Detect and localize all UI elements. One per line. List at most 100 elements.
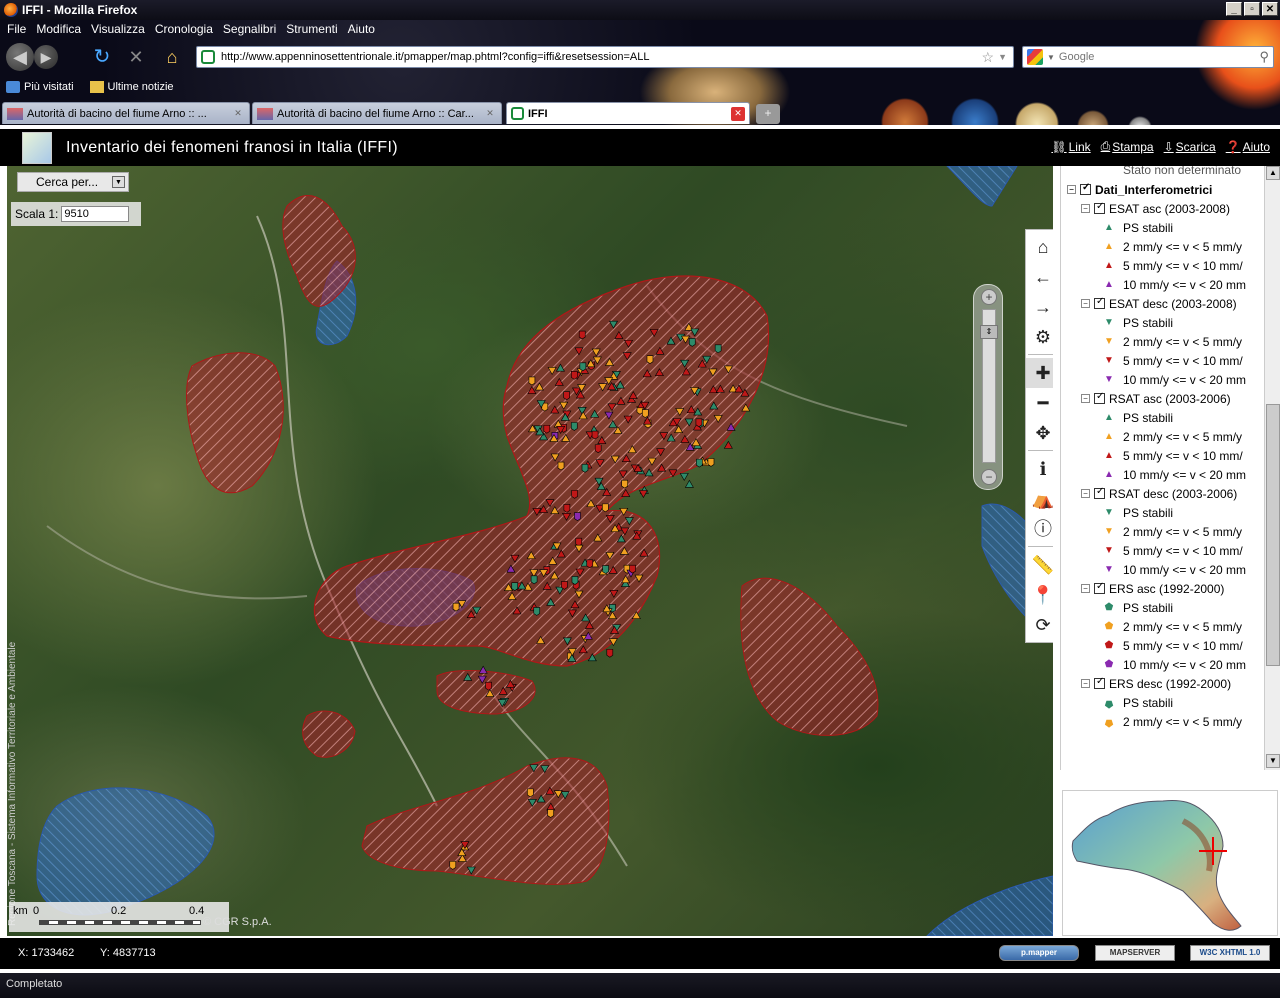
ps-point[interactable] [570, 422, 578, 431]
search-input[interactable] [1058, 51, 1260, 63]
collapse-icon[interactable]: − [1081, 299, 1090, 308]
ps-point[interactable] [602, 565, 609, 574]
scale-input[interactable] [61, 206, 130, 222]
legend-class-item[interactable]: ▼ 5 mm/y <= v < 10 mm/ [1103, 541, 1243, 560]
layer-checkbox[interactable] [1080, 182, 1091, 195]
ps-point[interactable] [528, 376, 536, 386]
legend-class-item[interactable]: ▼ PS stabili [1103, 503, 1173, 522]
collapse-icon[interactable]: − [1081, 584, 1090, 593]
layer-checkbox[interactable] [1094, 486, 1105, 499]
layer-checkbox[interactable] [1094, 296, 1105, 309]
legend-class-item[interactable]: ▲ PS stabili [1103, 408, 1173, 427]
tab-autorita-bacino-1[interactable]: Autorità di bacino del fiume Arno :: ...… [2, 102, 250, 124]
zoom-handle[interactable]: ⇕ [980, 325, 998, 339]
scroll-thumb[interactable] [1266, 404, 1280, 666]
collapse-icon[interactable]: − [1081, 489, 1090, 498]
w3c-xhtml-badge[interactable]: W3C XHTML 1.0 [1190, 945, 1270, 961]
ps-point[interactable] [571, 576, 579, 585]
legend-class-item[interactable]: ▲ 10 mm/y <= v < 20 mm [1103, 465, 1246, 484]
select-icon[interactable]: ⛺ [1026, 484, 1053, 514]
url-text[interactable]: http://www.appenninosettentrionale.it/pm… [221, 51, 982, 63]
ps-point[interactable] [578, 330, 586, 340]
zoom-slider[interactable]: + ⇕ − [973, 284, 1003, 490]
ps-point[interactable] [563, 504, 571, 513]
collapse-icon[interactable]: − [1081, 204, 1090, 213]
layer-checkbox[interactable] [1094, 581, 1105, 594]
legend-class-item[interactable]: ▲ 10 mm/y <= v < 20 mm [1103, 275, 1246, 294]
stop-button[interactable]: ✕ [122, 43, 150, 71]
tab-autorita-bacino-2[interactable]: Autorità di bacino del fiume Arno :: Car… [252, 102, 502, 124]
forward-extent-icon[interactable]: → [1026, 292, 1053, 322]
collapse-icon[interactable]: − [1081, 679, 1090, 688]
poi-pin-icon[interactable]: 📍 [1026, 580, 1053, 610]
collapse-icon[interactable]: − [1081, 394, 1090, 403]
legend-class-item[interactable]: ▼ 10 mm/y <= v < 20 mm [1103, 370, 1246, 389]
ps-point[interactable] [478, 665, 488, 674]
legend-class-item[interactable]: ▲ 2 mm/y <= v < 5 mm/y [1103, 427, 1242, 446]
ps-point[interactable] [688, 338, 696, 347]
layer-checkbox[interactable] [1094, 676, 1105, 689]
ps-point[interactable] [511, 582, 519, 592]
back-button[interactable]: ◀ [6, 43, 34, 71]
reload-button[interactable]: ↻ [88, 43, 116, 71]
layer-checkbox[interactable] [1094, 391, 1105, 404]
legend-class-item[interactable]: ⬟ 2 mm/y <= v < 5 mm/y [1103, 617, 1242, 636]
search-engine-dropdown-icon[interactable]: ▼ [1047, 53, 1055, 62]
ps-point[interactable] [606, 648, 614, 658]
ps-point[interactable] [547, 809, 554, 818]
legend-class-item[interactable]: ⬟ PS stabili [1103, 598, 1173, 617]
pan-icon[interactable]: ✥ [1026, 418, 1053, 448]
scroll-down-icon[interactable]: ▼ [1266, 754, 1280, 768]
menu-strumenti[interactable]: Strumenti [281, 20, 342, 38]
ps-point[interactable] [527, 788, 534, 798]
scroll-up-icon[interactable]: ▲ [1266, 166, 1280, 180]
legend-class-item[interactable]: ▼ 10 mm/y <= v < 20 mm [1103, 560, 1246, 579]
close-window-button[interactable]: ✕ [1262, 2, 1278, 16]
bookmark-star-icon[interactable]: ☆ [982, 49, 995, 66]
legend-class-item[interactable]: ▼ 2 mm/y <= v < 5 mm/y [1103, 522, 1242, 541]
back-extent-icon[interactable]: ← [1026, 262, 1053, 292]
ps-point[interactable] [571, 490, 578, 499]
pmapper-badge[interactable]: p.mapper [999, 945, 1079, 961]
ps-point[interactable] [594, 444, 602, 454]
identify-icon[interactable]: ℹ [1026, 454, 1053, 484]
legend-sublayer[interactable]: − ERS desc (1992-2000) [1081, 674, 1231, 693]
forward-button[interactable]: ▶ [34, 45, 58, 69]
legend-sublayer[interactable]: − ERS asc (1992-2000) [1081, 579, 1224, 598]
ps-point[interactable] [695, 418, 703, 428]
legend-panel[interactable]: Stato non determinato−Dati_Interferometr… [1060, 166, 1280, 770]
legend-class-item[interactable]: ▲ 2 mm/y <= v < 5 mm/y [1103, 237, 1242, 256]
ps-point[interactable] [586, 559, 594, 569]
menu-modifica[interactable]: Modifica [31, 20, 86, 38]
ps-point[interactable] [574, 512, 581, 521]
legend-class-item[interactable]: ⬟ 2 mm/y <= v < 5 mm/y [1103, 712, 1242, 731]
zoom-to-selection-icon[interactable]: ⚙ [1026, 322, 1053, 352]
layer-checkbox[interactable] [1094, 201, 1105, 214]
menu-segnalibri[interactable]: Segnalibri [218, 20, 281, 38]
legend-sublayer[interactable]: − ESAT desc (2003-2008) [1081, 294, 1237, 313]
legend-class-item[interactable]: ▲ PS stabili [1103, 218, 1173, 237]
maximize-button[interactable]: ▫ [1244, 2, 1260, 16]
legend-class-item[interactable]: ⬟ 5 mm/y <= v < 10 mm/ [1103, 636, 1243, 655]
measure-ruler-icon[interactable]: 📏 [1026, 550, 1053, 580]
tab-close-icon[interactable]: ✕ [231, 107, 245, 121]
legend-class-item[interactable]: ▼ 2 mm/y <= v < 5 mm/y [1103, 332, 1242, 351]
ps-point[interactable] [579, 362, 587, 372]
legend-class-item[interactable]: ⬟ PS stabili [1103, 693, 1173, 712]
ps-point[interactable] [570, 371, 578, 380]
legend-class-item[interactable]: ▲ 5 mm/y <= v < 10 mm/ [1103, 446, 1243, 465]
google-icon[interactable] [1027, 49, 1043, 65]
legend-sublayer[interactable]: − RSAT desc (2003-2006) [1081, 484, 1237, 503]
legend-class-item[interactable]: ▼ 5 mm/y <= v < 10 mm/ [1103, 351, 1243, 370]
ps-point[interactable] [485, 681, 492, 691]
legend-sublayer[interactable]: − RSAT asc (2003-2006) [1081, 389, 1231, 408]
url-bar[interactable]: http://www.appenninosettentrionale.it/pm… [196, 46, 1014, 68]
home-button[interactable]: ⌂ [158, 43, 186, 71]
ps-point[interactable] [621, 479, 629, 489]
legend-group-dati-interferometrici[interactable]: − Dati_Interferometrici [1067, 180, 1212, 199]
ps-point[interactable] [452, 602, 460, 612]
ps-point[interactable] [449, 861, 457, 870]
tab-close-icon[interactable]: ✕ [483, 107, 497, 121]
ps-point[interactable] [561, 581, 568, 590]
legend-sublayer[interactable]: − ESAT asc (2003-2008) [1081, 199, 1230, 218]
